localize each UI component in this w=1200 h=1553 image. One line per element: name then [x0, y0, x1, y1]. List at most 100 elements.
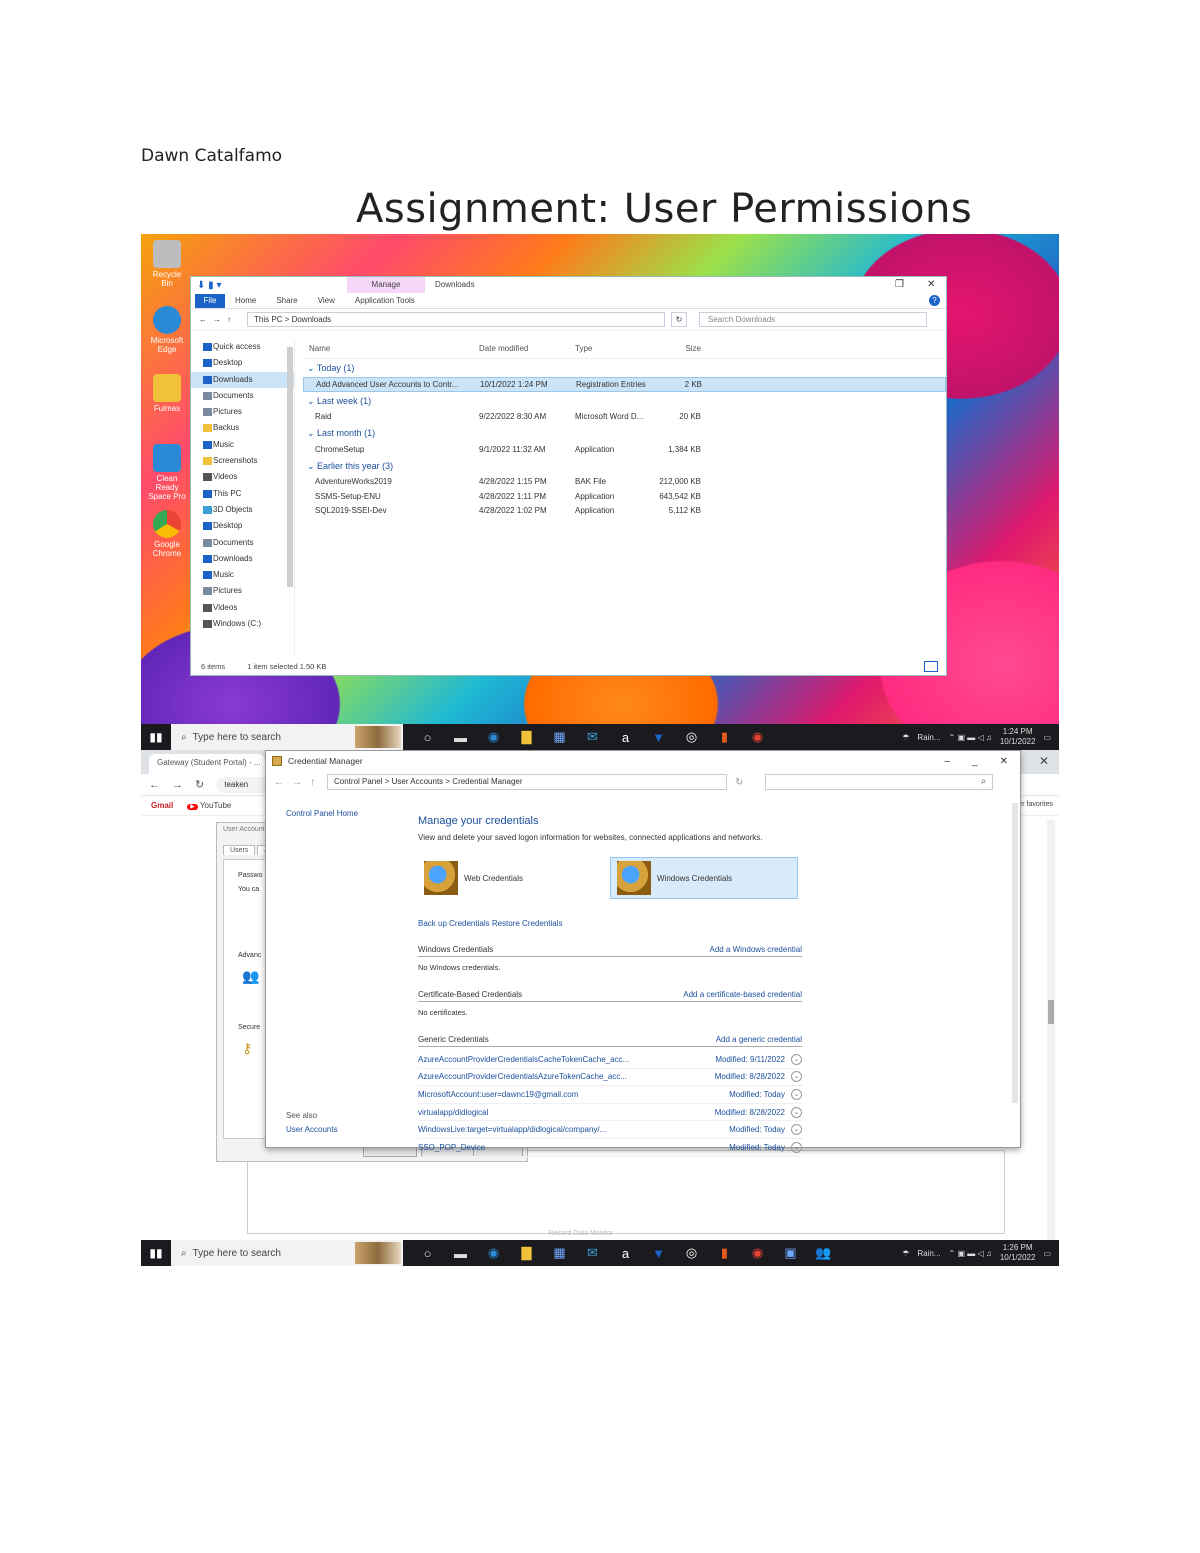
page-scrollbar[interactable]: [1047, 820, 1055, 1240]
close-icon[interactable]: ✕: [927, 279, 935, 290]
nav-scrollbar[interactable]: [287, 347, 293, 587]
taskbar-app-icon[interactable]: ▣: [774, 1245, 807, 1261]
nav-item[interactable]: Music: [191, 437, 294, 453]
file-group-header[interactable]: ⌄ Last week (1): [303, 392, 946, 410]
notification-icon[interactable]: ▭: [1043, 733, 1051, 742]
control-panel-home-link[interactable]: Control Panel Home: [286, 809, 358, 818]
close-icon[interactable]: ✕: [1000, 756, 1008, 767]
taskbar-app-icon[interactable]: ◉: [477, 729, 510, 745]
download-arrow-icon[interactable]: ⬇ ▮ ▾: [197, 280, 221, 291]
weather-icon[interactable]: ☂: [902, 733, 909, 742]
column-date-modified[interactable]: Date modified: [479, 344, 575, 353]
nav-item[interactable]: Music: [191, 567, 294, 583]
file-row[interactable]: AdventureWorks2019 4/28/2022 1:15 PM BAK F…: [303, 475, 946, 490]
file-row[interactable]: SSMS-Setup-ENU 4/28/2022 1:11 PM Applicati…: [303, 489, 946, 504]
nav-item[interactable]: Pictures: [191, 404, 294, 420]
nav-item[interactable]: Downloads: [191, 551, 294, 567]
generic-credential-row[interactable]: MicrosoftAccount:user=dawnc19@gmail.com M…: [418, 1086, 802, 1104]
taskbar-app-icon[interactable]: ✉: [576, 729, 609, 745]
taskbar-app-icon[interactable]: ✉: [576, 1245, 609, 1261]
add-generic-credential-link[interactable]: Add a generic credential: [716, 1035, 802, 1044]
expand-chevron-icon[interactable]: ⌄: [791, 1053, 802, 1065]
up-arrow-icon[interactable]: ↑: [310, 777, 315, 788]
tab-share[interactable]: Share: [266, 296, 307, 305]
help-icon[interactable]: ?: [929, 295, 940, 306]
taskbar-app-icon[interactable]: ◉: [477, 1245, 510, 1261]
refresh-icon[interactable]: ↻: [735, 777, 743, 788]
tab-users[interactable]: Users: [223, 845, 256, 855]
nav-item[interactable]: Downloads: [191, 371, 294, 388]
taskbar-app-icon[interactable]: 👥: [807, 1245, 840, 1261]
taskbar-app-icon[interactable]: ◉: [741, 729, 774, 745]
cm-scrollbar[interactable]: [1012, 803, 1018, 1103]
nav-item[interactable]: Documents: [191, 535, 294, 551]
recycle-bin-icon[interactable]: Recycle Bin: [147, 240, 187, 288]
notification-icon[interactable]: ▭: [1043, 1249, 1051, 1258]
restore-icon[interactable]: ❐: [895, 279, 904, 290]
nav-item[interactable]: Quick access: [191, 339, 294, 355]
taskbar-app-icon[interactable]: ▇: [510, 1245, 543, 1261]
expand-chevron-icon[interactable]: ⌄: [791, 1088, 802, 1100]
web-credentials-tile[interactable]: Web Credentials: [418, 857, 606, 899]
browser-close-icon[interactable]: ✕: [1039, 754, 1049, 768]
nav-item[interactable]: Desktop: [191, 518, 294, 534]
taskbar-app-icon[interactable]: ◎: [675, 1245, 708, 1261]
manage-tab[interactable]: Manage: [347, 277, 425, 293]
chrome-icon[interactable]: Google Chrome: [147, 510, 187, 558]
taskbar-app-icon[interactable]: ▦: [543, 729, 576, 745]
up-arrow-icon[interactable]: ↑: [227, 315, 231, 324]
generic-credential-row[interactable]: WindowsLive:target=virtualapp/didlogical…: [418, 1121, 802, 1139]
weather-text[interactable]: Rain...: [917, 1249, 940, 1258]
nav-item[interactable]: Screenshots: [191, 453, 294, 469]
clock[interactable]: 1:24 PM 10/1/2022: [1000, 727, 1036, 747]
back-arrow-icon[interactable]: ←: [199, 315, 207, 324]
weather-icon[interactable]: ☂: [902, 1249, 909, 1258]
expand-chevron-icon[interactable]: ⌄: [791, 1124, 802, 1136]
weather-text[interactable]: Rain...: [917, 733, 940, 742]
taskbar-app-icon[interactable]: a: [609, 1246, 642, 1261]
tab-application-tools[interactable]: Application Tools: [345, 296, 425, 305]
cm-address-bar[interactable]: Control Panel > User Accounts > Credenti…: [327, 774, 727, 790]
add-certificate-credential-link[interactable]: Add a certificate-based credential: [683, 990, 802, 999]
bookmark-youtube[interactable]: ▶ YouTube: [187, 801, 231, 810]
folder-icon[interactable]: Fuimas: [147, 374, 187, 413]
clock[interactable]: 1:26 PM 10/1/2022: [1000, 1243, 1036, 1263]
clean-space-icon[interactable]: Clean Ready Space Pro: [147, 444, 187, 501]
refresh-icon[interactable]: ↻: [671, 312, 687, 327]
add-windows-credential-link[interactable]: Add a Windows credential: [710, 945, 803, 954]
nav-item[interactable]: Windows (C:): [191, 616, 294, 632]
nav-item[interactable]: Backus: [191, 420, 294, 436]
file-group-header[interactable]: ⌄ Today (1): [303, 359, 946, 377]
expand-chevron-icon[interactable]: ⌄: [791, 1141, 802, 1153]
minimize-icon[interactable]: –: [944, 756, 950, 767]
scrollbar-thumb[interactable]: [1048, 1000, 1054, 1024]
taskbar-app-icon[interactable]: ○: [411, 730, 444, 745]
generic-credential-row[interactable]: AzureAccountProviderCredentialsCacheToke…: [418, 1051, 802, 1069]
taskbar-app-icon[interactable]: ▮: [708, 729, 741, 745]
file-row[interactable]: Raid 9/22/2022 8:30 AM Microsoft Word D...…: [303, 410, 946, 425]
file-group-header[interactable]: ⌄ Earlier this year (3): [303, 457, 946, 475]
file-row[interactable]: SQL2019-SSEI-Dev 4/28/2022 1:02 PM Applica…: [303, 504, 946, 519]
nav-item[interactable]: Documents: [191, 388, 294, 404]
forward-arrow-icon[interactable]: →: [292, 777, 302, 788]
taskbar-app-icon[interactable]: ▼: [642, 730, 675, 745]
tab-home[interactable]: Home: [225, 296, 266, 305]
maximize-icon[interactable]: _: [972, 756, 978, 767]
search-input[interactable]: Search Downloads: [699, 312, 927, 327]
address-bar[interactable]: This PC > Downloads: [247, 312, 665, 327]
details-view-icon[interactable]: [924, 661, 938, 672]
taskbar-search[interactable]: ⌕ Type here to search: [171, 1240, 403, 1266]
start-button-icon[interactable]: ▮▮: [141, 1246, 171, 1260]
cm-search-input[interactable]: ⌕: [765, 774, 994, 790]
taskbar-app-icon[interactable]: ◎: [675, 729, 708, 745]
file-row[interactable]: Add Advanced User Accounts to Contr... 10…: [303, 377, 946, 392]
user-accounts-link[interactable]: User Accounts: [286, 1125, 338, 1134]
windows-credentials-tile[interactable]: Windows Credentials: [610, 857, 798, 899]
edge-icon[interactable]: Microsoft Edge: [147, 306, 187, 354]
nav-item[interactable]: This PC: [191, 486, 294, 502]
backup-restore-links[interactable]: Back up Credentials Restore Credentials: [418, 919, 563, 928]
expand-chevron-icon[interactable]: ⌄: [791, 1106, 802, 1118]
taskbar-app-icon[interactable]: ◉: [741, 1245, 774, 1261]
taskbar-app-icon[interactable]: ▮: [708, 1245, 741, 1261]
browser-back-icon[interactable]: ←: [149, 779, 160, 791]
